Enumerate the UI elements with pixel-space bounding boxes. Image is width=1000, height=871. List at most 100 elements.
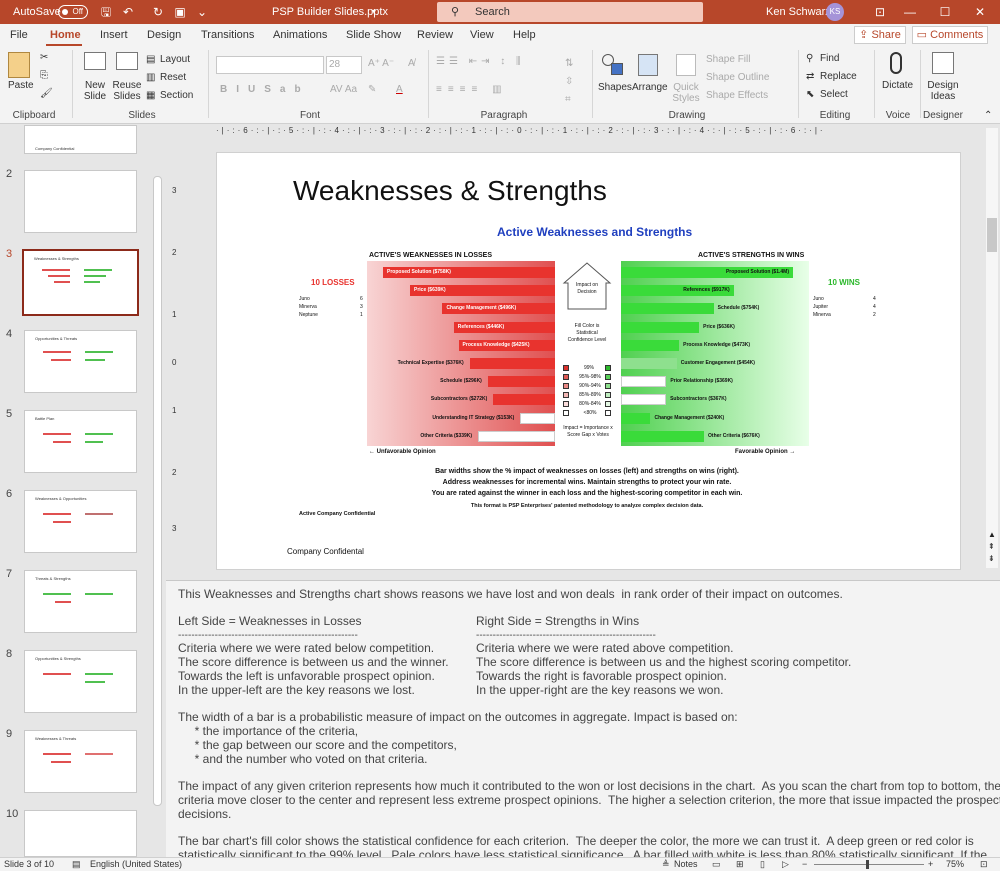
reuse-slides-button[interactable]: Reuse Slides	[112, 80, 142, 102]
zoom-in-icon[interactable]: +	[928, 858, 933, 871]
select-button[interactable]: Select	[820, 89, 848, 101]
shape-effects-button[interactable]: Shape Effects	[706, 90, 768, 102]
autosave-toggle[interactable]: Off	[58, 5, 88, 19]
new-slide-button[interactable]: New Slide	[78, 80, 112, 102]
notes-pane[interactable]: This Weaknesses and Strengths chart show…	[166, 580, 1000, 857]
share-button[interactable]: ⇪ Share	[854, 26, 906, 44]
menu-transitions[interactable]: Transitions	[201, 24, 254, 46]
menu-help[interactable]: Help	[513, 24, 536, 46]
notes-toggle[interactable]: Notes	[674, 858, 698, 871]
dictate-button[interactable]: Dictate	[882, 80, 913, 91]
font-size-combo[interactable]: 28	[326, 56, 362, 74]
zoom-out-icon[interactable]: −	[802, 858, 807, 871]
layout-button[interactable]: Layout	[160, 54, 190, 66]
menu-insert[interactable]: Insert	[100, 24, 128, 46]
avatar[interactable]: KS	[826, 3, 844, 21]
slide-sorter-icon[interactable]: ⊞	[736, 858, 744, 871]
reset-button[interactable]: Reset	[160, 72, 186, 84]
slide-thumbnail-7[interactable]: Threats & Strengths	[24, 570, 137, 633]
slide-thumbnail-4[interactable]: Opportunities & Threats	[24, 330, 137, 393]
font-name-combo[interactable]	[216, 56, 324, 74]
font-style-icons[interactable]: BIUSab	[220, 84, 310, 96]
align-text-icon[interactable]: ⇳	[565, 76, 573, 88]
next-slide-icon[interactable]: ⇟	[988, 554, 995, 563]
menu-file[interactable]: File	[10, 24, 28, 46]
shape-outline-button[interactable]: Shape Outline	[706, 72, 769, 84]
shape-fill-button[interactable]: Shape Fill	[706, 54, 750, 66]
maximize-icon[interactable]: ☐	[935, 0, 955, 24]
slide-thumbnail-8[interactable]: Opportunities & Strengths	[24, 650, 137, 713]
scroll-thumb[interactable]	[987, 218, 997, 252]
slide-thumbnail-6[interactable]: Weaknesses & Opportunities	[24, 490, 137, 553]
zoom-level[interactable]: 75%	[946, 858, 964, 871]
clear-formatting-icon[interactable]: A̸	[408, 58, 415, 70]
normal-view-icon[interactable]: ▭	[712, 858, 721, 871]
quick-styles-button[interactable]: Quick Styles	[668, 82, 704, 104]
previous-slide-icon[interactable]: ⇞	[988, 542, 995, 551]
slide-canvas[interactable]: Weaknesses & Strengths Active Weaknesses…	[216, 152, 961, 570]
editor-scrollbar[interactable]: ▲ ⇞ ⇟	[986, 128, 998, 568]
notes-icon[interactable]: ≜	[662, 858, 670, 871]
text-direction-icon[interactable]: ⇅	[565, 58, 573, 70]
menu-animations[interactable]: Animations	[273, 24, 327, 46]
collapse-ribbon-icon[interactable]: ⌃	[984, 110, 992, 122]
menu-review[interactable]: Review	[417, 24, 453, 46]
filename-chevron-icon[interactable]: ▾	[372, 0, 376, 24]
redo-icon[interactable]: ↻	[150, 0, 166, 24]
section-button[interactable]: Section	[160, 90, 193, 102]
slide-thumbnail-5[interactable]: Battle Plan	[24, 410, 137, 473]
slide-thumbnail-9[interactable]: Weaknesses & Threats	[24, 730, 137, 793]
save-icon[interactable]: 🖫	[98, 0, 114, 24]
slide-thumbnail-10[interactable]	[24, 810, 137, 857]
menu-slide-show[interactable]: Slide Show	[346, 24, 401, 46]
menu-home[interactable]: Home	[50, 24, 81, 46]
thumbnail-scrollbar[interactable]	[153, 176, 162, 806]
language-indicator[interactable]: English (United States)	[90, 858, 182, 871]
comments-button[interactable]: ▭ Comments	[912, 26, 988, 44]
scroll-up-icon[interactable]: ▲	[988, 530, 996, 539]
arrange-icon[interactable]	[638, 54, 658, 76]
menu-view[interactable]: View	[470, 24, 494, 46]
design-ideas-button[interactable]: Design Ideas	[926, 80, 960, 102]
cut-icon[interactable]: ✂	[40, 52, 48, 64]
paste-icon[interactable]	[8, 52, 30, 78]
format-painter-icon[interactable]: 🖌	[40, 88, 53, 100]
copy-icon[interactable]: ⎘	[40, 70, 48, 82]
microphone-icon[interactable]	[890, 52, 902, 74]
spellcheck-icon[interactable]: ▤	[72, 858, 81, 871]
close-icon[interactable]: ✕	[970, 0, 990, 24]
search-box[interactable]: ⚲ Search	[437, 2, 703, 22]
grow-font-icon[interactable]: A⁺ A⁻	[368, 58, 394, 70]
slide-footer[interactable]: Company Confidental	[287, 547, 364, 556]
slide-thumbnail-2[interactable]	[24, 170, 137, 233]
zoom-slider-thumb[interactable]	[866, 860, 869, 869]
zoom-slider[interactable]	[814, 864, 924, 865]
reuse-slides-icon[interactable]	[116, 52, 138, 70]
quick-styles-icon[interactable]	[676, 54, 696, 76]
find-button[interactable]: Find	[820, 53, 839, 65]
slide-thumbnail-1[interactable]: Company Confidential	[24, 125, 137, 154]
smartart-icon[interactable]: ⌗	[565, 94, 571, 106]
slide-title[interactable]: Weaknesses & Strengths	[293, 175, 607, 207]
list-icons[interactable]: ☰☰ ⇤⇥ ↕ ⫼	[436, 56, 525, 68]
replace-button[interactable]: Replace	[820, 71, 857, 83]
slideshow-icon[interactable]: ▷	[782, 858, 789, 871]
minimize-icon[interactable]: —	[900, 0, 920, 24]
design-ideas-icon[interactable]	[932, 52, 954, 74]
new-slide-icon[interactable]	[84, 52, 106, 70]
undo-icon[interactable]: ↶	[120, 0, 136, 24]
ribbon-display-icon[interactable]: ⊡	[870, 0, 890, 24]
slide-thumbnail-3[interactable]: Weaknesses & Strengths	[22, 249, 139, 316]
fit-slide-icon[interactable]: ⊡	[980, 858, 988, 871]
character-spacing-icon[interactable]: AV Aa	[330, 84, 357, 96]
paste-button[interactable]: Paste	[8, 80, 34, 91]
arrange-button[interactable]: Arrange	[632, 82, 668, 93]
presentation-icon[interactable]: ▣	[172, 0, 188, 24]
shapes-button[interactable]: Shapes	[598, 82, 632, 93]
font-color-icon[interactable]: A	[396, 84, 403, 96]
shapes-icon[interactable]	[602, 54, 626, 78]
menu-design[interactable]: Design	[147, 24, 181, 46]
highlight-color-icon[interactable]: ✎	[368, 84, 376, 96]
alignment-icons[interactable]: ≡≡≡≡ ▥	[436, 84, 508, 96]
reading-view-icon[interactable]: ▯	[760, 858, 765, 871]
